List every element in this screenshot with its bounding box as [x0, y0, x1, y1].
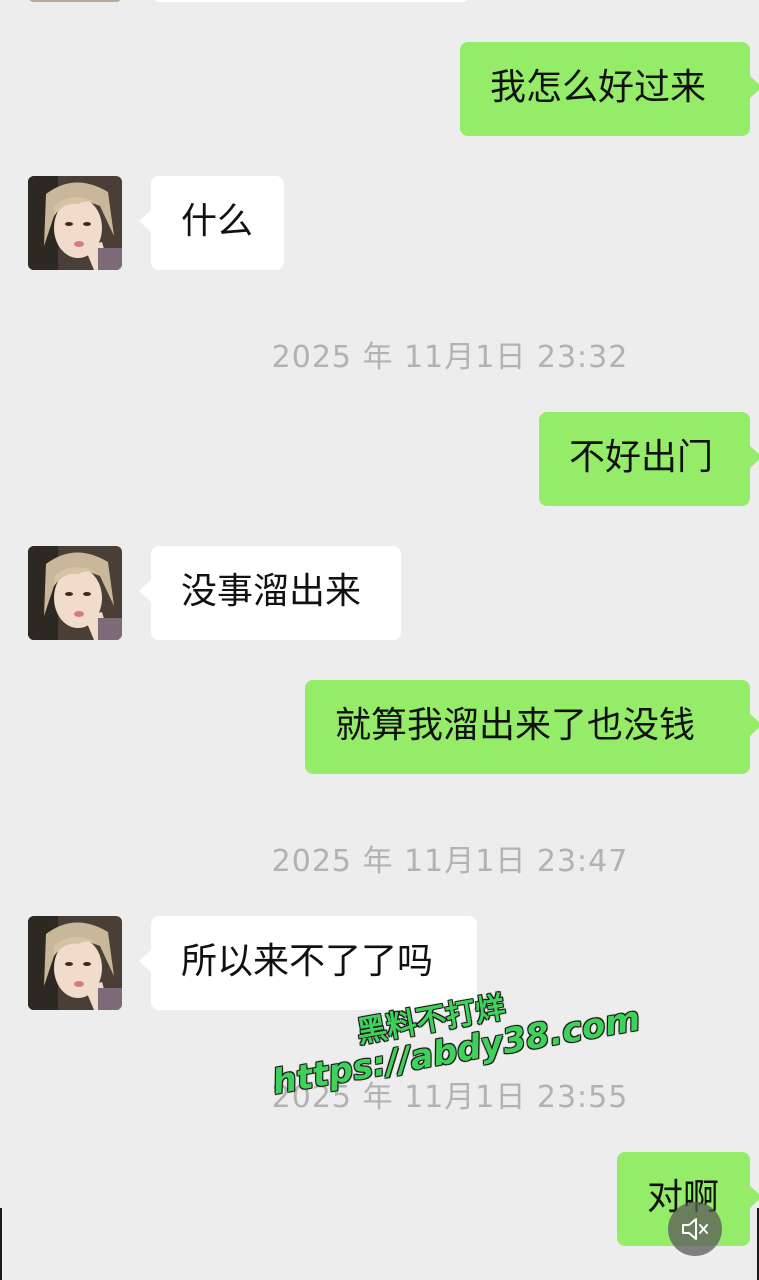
- contact-avatar[interactable]: [28, 546, 122, 640]
- avatar-photo-icon: [28, 176, 122, 270]
- message-bubble-incoming[interactable]: 什么: [139, 176, 284, 270]
- message-bubble-outgoing[interactable]: 我怎么好过来: [460, 42, 759, 136]
- frame-edge-left: [0, 1208, 2, 1280]
- message-text: 没事溜出来: [181, 571, 362, 612]
- message-text: 就算我溜出来了也没钱: [335, 705, 696, 746]
- message-bubble-incoming[interactable]: 没事溜出来: [139, 546, 401, 640]
- message-bubble-partial[interactable]: [152, 0, 470, 2]
- message-text: 不好出门: [569, 437, 714, 478]
- message-timestamp: 2025 年 11月1日 23:47: [271, 844, 629, 879]
- message-bubble-outgoing[interactable]: 就算我溜出来了也没钱: [305, 680, 759, 774]
- avatar-photo-icon: [28, 546, 122, 640]
- message-text: 我怎么好过来: [490, 67, 707, 108]
- mute-toggle-button[interactable]: [668, 1202, 722, 1256]
- avatar-photo-icon: [28, 916, 122, 1010]
- contact-avatar-partial[interactable]: [28, 0, 122, 2]
- contact-avatar[interactable]: [28, 176, 122, 270]
- contact-avatar[interactable]: [28, 916, 122, 1010]
- message-timestamp: 2025 年 11月1日 23:32: [271, 340, 629, 375]
- chat-conversation: 我怎么好过来 什么 2025 年 11月1日 23:32 不好出门 没事溜出来 …: [0, 0, 759, 1280]
- message-bubble-outgoing[interactable]: 不好出门: [539, 412, 759, 506]
- message-text: 什么: [181, 201, 254, 242]
- message-text: 所以来不了了吗: [181, 941, 434, 982]
- speaker-muted-icon: [682, 1218, 708, 1240]
